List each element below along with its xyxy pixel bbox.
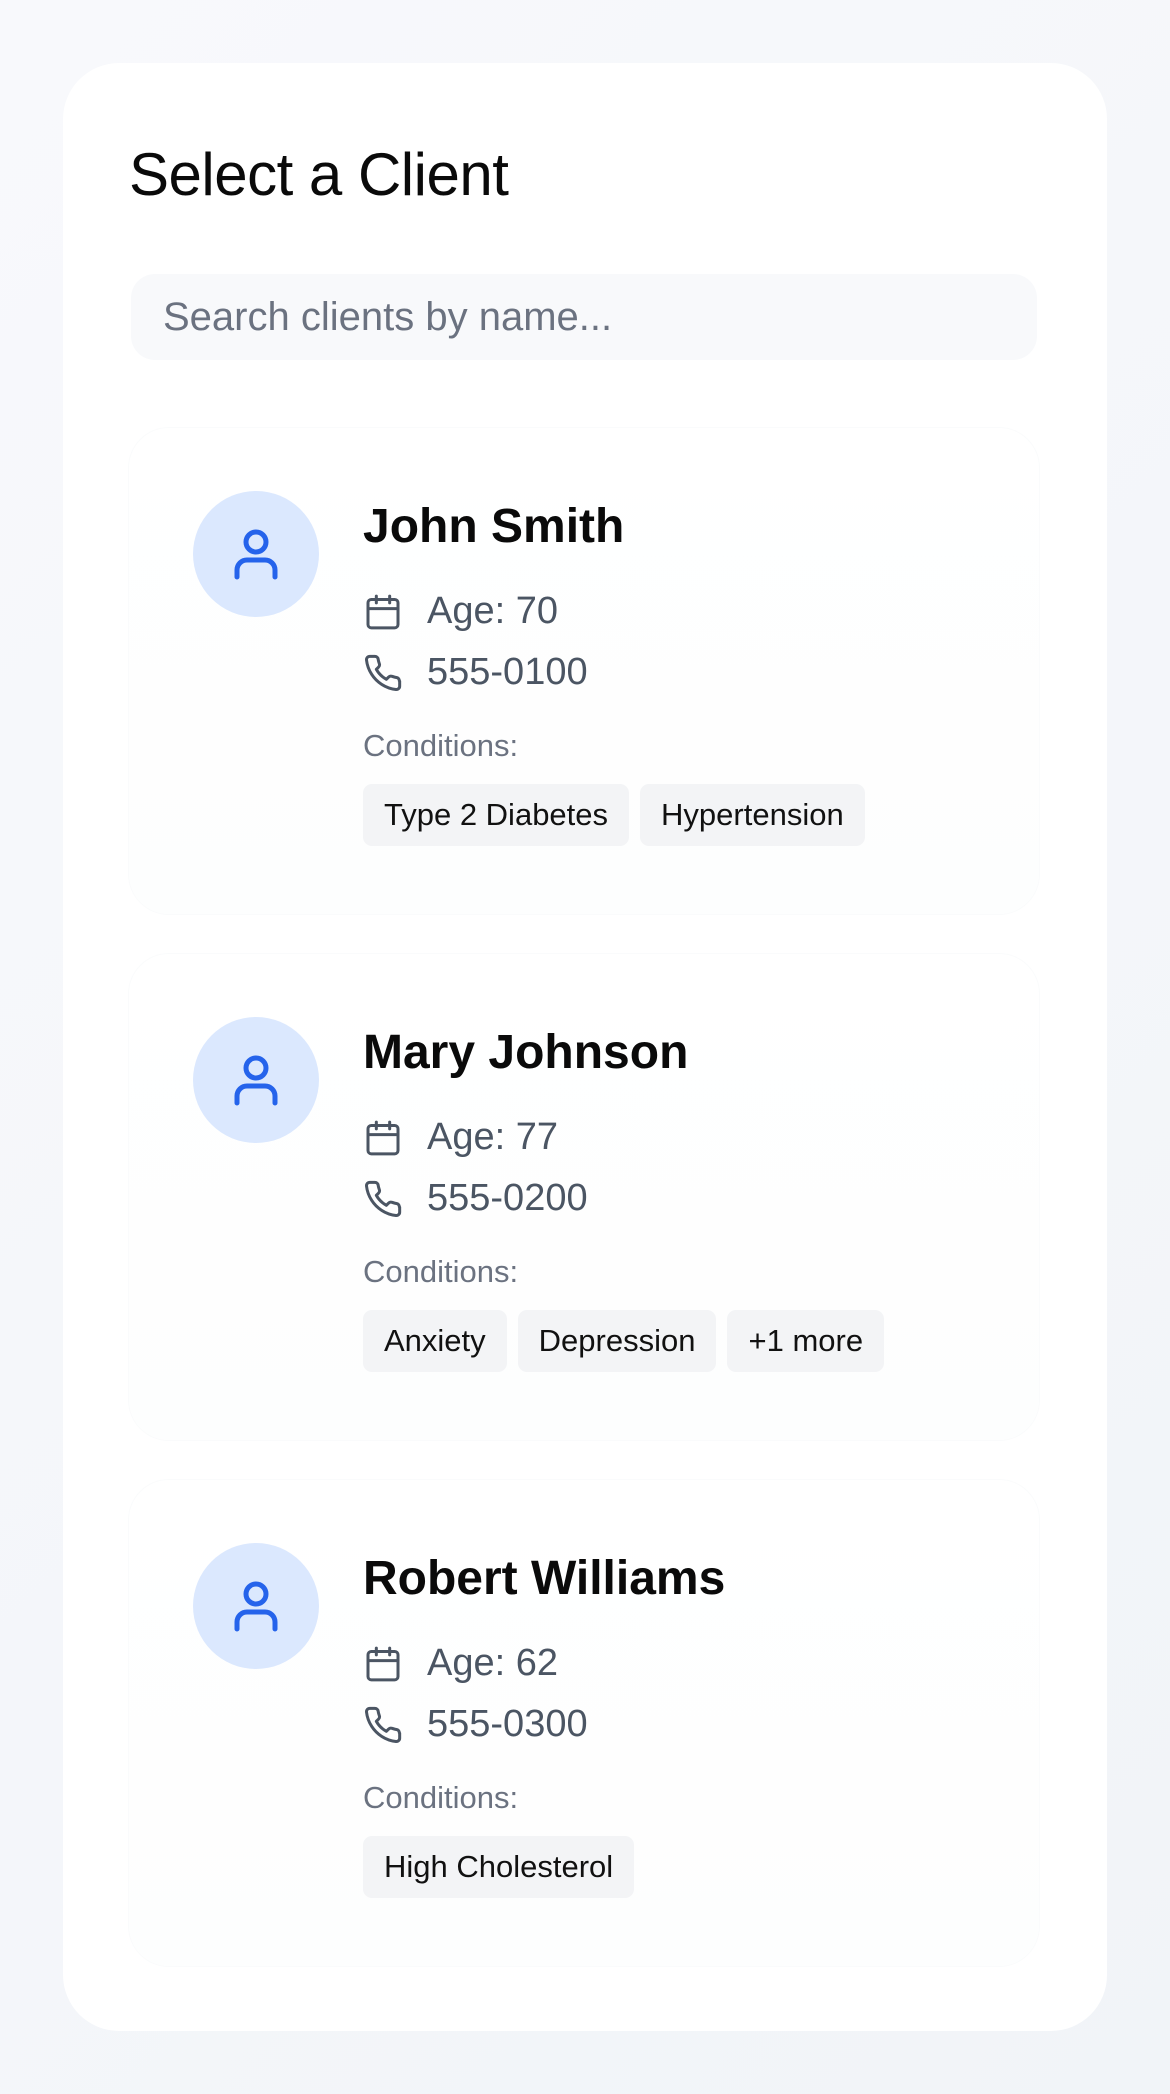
- phone-icon: [365, 1180, 402, 1217]
- calendar-icon: [366, 594, 400, 629]
- client-age: Age: 70: [427, 590, 558, 632]
- condition-tag: High Cholesterol: [363, 1836, 635, 1898]
- client-age-row: Age: 70: [363, 590, 558, 633]
- client-phone: 555-0300: [427, 1703, 588, 1745]
- client-age-row: Age: 62: [363, 1642, 558, 1685]
- avatar: [193, 1017, 319, 1143]
- avatar: [193, 491, 319, 617]
- user-icon: [234, 1055, 278, 1106]
- condition-tag: Type 2 Diabetes: [363, 784, 630, 846]
- condition-tag: Hypertension: [640, 784, 865, 846]
- condition-tags: Type 2 Diabetes Hypertension: [363, 784, 865, 846]
- client-name: John Smith: [363, 500, 625, 553]
- client-name: Robert Williams: [363, 1552, 726, 1605]
- more-conditions-tag: +1 more: [727, 1310, 885, 1372]
- condition-tags: Anxiety Depression +1 more: [363, 1310, 885, 1372]
- conditions-label: Conditions:: [363, 728, 519, 763]
- calendar-icon: [366, 1646, 400, 1681]
- client-phone-row: 555-0100: [363, 651, 588, 694]
- condition-tags: High Cholesterol: [363, 1836, 635, 1898]
- calendar-icon: [366, 1120, 400, 1155]
- client-phone-row: 555-0300: [363, 1703, 588, 1746]
- conditions-label: Conditions:: [363, 1780, 519, 1815]
- client-age-row: Age: 77: [363, 1116, 558, 1159]
- client-select-panel: Select a Client John Smith Age: 70 555-0…: [63, 63, 1107, 2031]
- conditions-label: Conditions:: [363, 1254, 519, 1289]
- client-phone: 555-0100: [427, 651, 588, 693]
- page-title: Select a Client: [129, 141, 509, 208]
- phone-icon: [365, 654, 402, 691]
- client-card[interactable]: John Smith Age: 70 555-0100 Conditions: …: [129, 428, 1039, 914]
- search-input[interactable]: [131, 274, 1037, 360]
- client-phone: 555-0200: [427, 1177, 588, 1219]
- condition-tag: Anxiety: [363, 1310, 507, 1372]
- client-name: Mary Johnson: [363, 1026, 689, 1079]
- user-icon: [234, 1581, 278, 1632]
- client-card[interactable]: Robert Williams Age: 62 555-0300 Conditi…: [129, 1480, 1039, 1966]
- client-card[interactable]: Mary Johnson Age: 77 555-0200 Conditions…: [129, 954, 1039, 1440]
- user-icon: [234, 529, 278, 580]
- condition-tag: Depression: [517, 1310, 717, 1372]
- avatar: [193, 1543, 319, 1669]
- phone-icon: [365, 1706, 402, 1743]
- client-age: Age: 77: [427, 1116, 558, 1158]
- client-age: Age: 62: [427, 1642, 558, 1684]
- client-phone-row: 555-0200: [363, 1177, 588, 1220]
